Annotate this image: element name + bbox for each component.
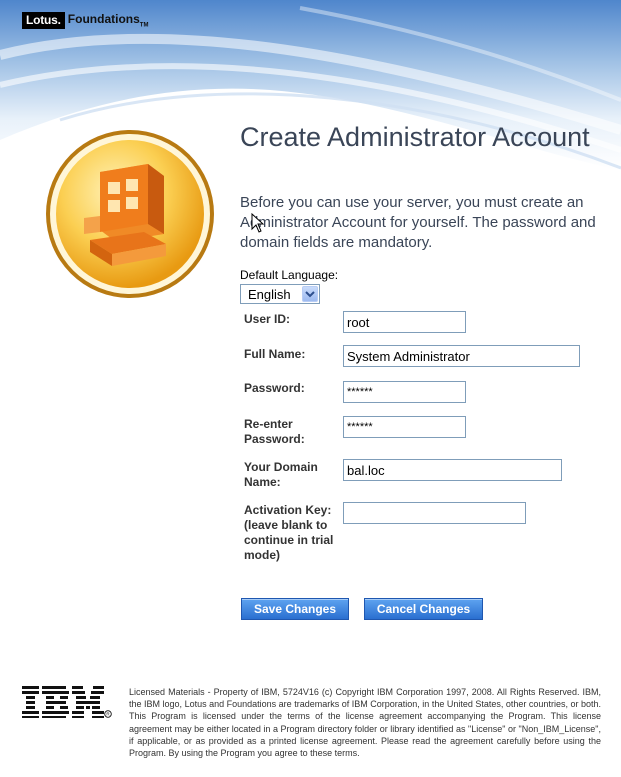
- reenter-password-label: Re-enter Password:: [244, 417, 305, 446]
- domain-name-label: Your Domain Name:: [244, 460, 318, 489]
- password-label: Password:: [244, 381, 305, 395]
- user-id-input[interactable]: [343, 311, 466, 333]
- brand-lotus: Lotus.: [22, 12, 65, 29]
- domain-name-input[interactable]: [343, 459, 562, 481]
- default-language-value: English: [248, 286, 291, 302]
- password-input[interactable]: [343, 381, 466, 403]
- activation-key-input[interactable]: [343, 502, 526, 524]
- legal-notice: Licensed Materials - Property of IBM, 57…: [129, 687, 601, 759]
- cancel-changes-button[interactable]: Cancel Changes: [364, 598, 483, 620]
- intro-text: Before you can use your server, you must…: [240, 194, 596, 251]
- brand-logo: Lotus. FoundationsTM: [22, 12, 148, 29]
- full-name-input[interactable]: [343, 345, 580, 367]
- mouse-pointer-icon: [251, 213, 265, 233]
- default-language-select[interactable]: English: [240, 284, 320, 304]
- building-icon: [46, 130, 214, 298]
- default-language-label: Default Language:: [240, 268, 339, 282]
- page-title: Create Administrator Account: [240, 122, 590, 152]
- activation-key-label: Activation Key: (leave blank to continue…: [244, 503, 334, 562]
- full-name-label: Full Name:: [244, 347, 306, 361]
- reenter-password-input[interactable]: [343, 416, 466, 438]
- save-changes-button[interactable]: Save Changes: [241, 598, 349, 620]
- brand-foundations: FoundationsTM: [67, 12, 149, 29]
- chevron-down-icon[interactable]: [302, 286, 318, 302]
- ibm-logo: R: [22, 686, 112, 718]
- svg-text:R: R: [106, 712, 110, 717]
- user-id-label: User ID:: [244, 312, 291, 326]
